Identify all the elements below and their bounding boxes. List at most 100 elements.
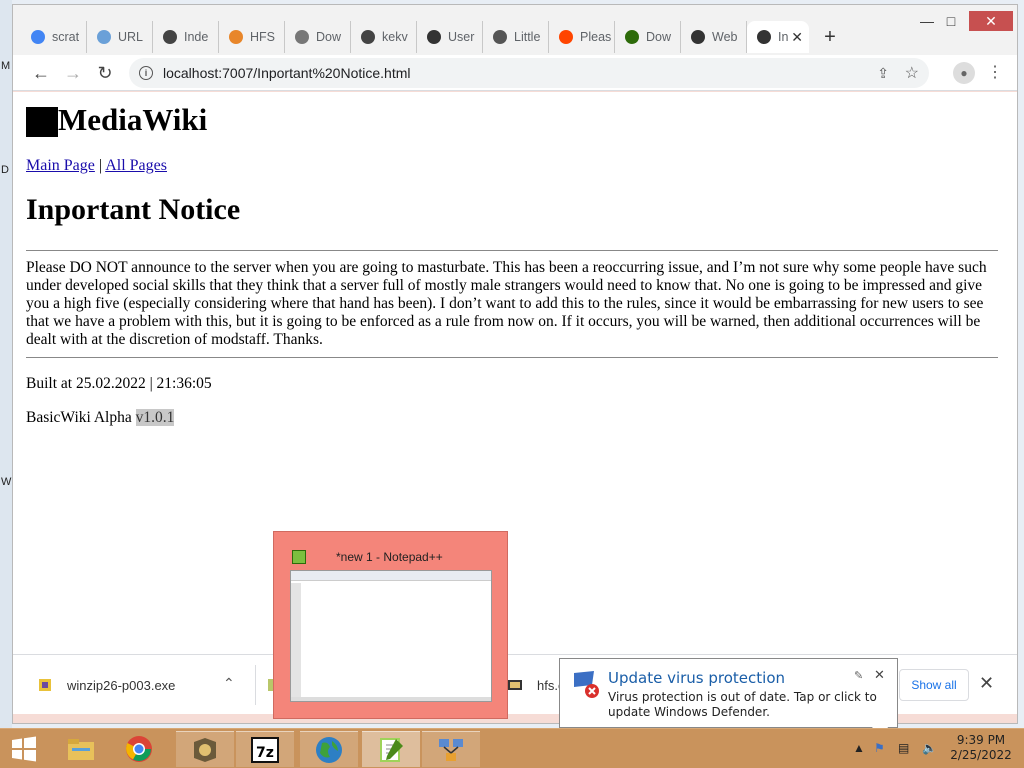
thumbnail-preview xyxy=(290,570,492,702)
7zip-icon[interactable]: 7z xyxy=(236,731,294,767)
site-logo xyxy=(26,107,58,137)
start-button[interactable] xyxy=(0,729,48,768)
tab-label: scrat xyxy=(52,30,80,44)
system-clock[interactable]: 9:39 PM 2/25/2022 xyxy=(950,733,1012,763)
tab-label: Dow xyxy=(646,30,672,44)
browser-window: scrat URL Inde HFS Dow kekv User Little Pleas Dow… xyxy=(12,4,1018,724)
clock-date: 2/25/2022 xyxy=(950,748,1012,762)
volume-muted-icon[interactable]: 🔈 xyxy=(922,741,937,755)
tab-label: kekv xyxy=(382,30,408,44)
close-icon[interactable]: ✕ xyxy=(874,667,885,683)
notification-title[interactable]: Update virus protection xyxy=(608,669,785,687)
nav-link-main-page[interactable]: Main Page xyxy=(26,157,95,174)
divider xyxy=(26,357,998,358)
site-nav: Main Page | All Pages xyxy=(26,157,1009,175)
desktop-icon-label[interactable]: D xyxy=(1,164,9,176)
network-app-icon[interactable] xyxy=(422,731,480,767)
show-hidden-icons-icon[interactable]: ▲ xyxy=(853,741,865,755)
notification-text[interactable]: Virus protection is out of date. Tap or … xyxy=(608,690,893,720)
chevron-up-icon[interactable]: ⌃ xyxy=(223,675,235,692)
robot-icon xyxy=(493,30,507,44)
desktop-icon-label[interactable]: W xyxy=(1,476,11,488)
browser-tab[interactable]: Dow xyxy=(615,21,681,53)
preview-toolbar xyxy=(291,571,491,581)
maximize-button[interactable]: □ xyxy=(937,11,965,31)
version-line: BasicWiki Alpha v1.0.1 xyxy=(26,409,1009,427)
menu-dots-icon[interactable]: ⋮ xyxy=(987,62,1003,82)
browser-tab[interactable]: Inde xyxy=(153,21,219,53)
url-text[interactable]: localhost:7007/Inportant%20Notice.html xyxy=(163,65,410,81)
winzip-file-icon xyxy=(39,679,51,691)
clock-time: 9:39 PM xyxy=(956,733,1006,747)
globe-icon xyxy=(163,30,177,44)
version-prefix: BasicWiki Alpha xyxy=(26,409,136,426)
preview-statusbar xyxy=(291,697,491,701)
back-button[interactable]: ← xyxy=(29,61,53,85)
nav-separator: | xyxy=(98,157,103,174)
browser-tab[interactable]: Web xyxy=(681,21,747,53)
reddit-icon xyxy=(559,30,573,44)
notice-body: Please DO NOT announce to the server whe… xyxy=(26,259,987,348)
chrome-icon[interactable] xyxy=(110,731,168,767)
tab-label: HFS xyxy=(250,30,275,44)
profile-avatar[interactable]: ● xyxy=(953,62,975,84)
bookmark-star-icon[interactable]: ☆ xyxy=(905,63,919,83)
browser-tab[interactable]: Dow xyxy=(285,21,351,53)
notepad-icon xyxy=(625,30,639,44)
reload-button[interactable]: ↻ xyxy=(93,61,117,85)
page-title: Inportant Notice xyxy=(26,193,241,226)
tab-label: URL xyxy=(118,30,144,44)
defender-notification[interactable]: Update virus protection Virus protection… xyxy=(559,658,898,739)
nav-link-all-pages[interactable]: All Pages xyxy=(105,157,167,174)
tab-label: User xyxy=(448,30,475,44)
browser-tab[interactable]: URL xyxy=(87,21,153,53)
hfs-icon xyxy=(427,30,441,44)
svg-text:7z: 7z xyxy=(256,745,274,761)
page-content: MediaWiki Main Page | All Pages Inportan… xyxy=(13,92,1017,654)
hfs-icon xyxy=(757,30,771,44)
globe-icon xyxy=(361,30,375,44)
browser-tab[interactable]: Pleas xyxy=(549,21,615,53)
address-bar[interactable]: i localhost:7007/Inportant%20Notice.html… xyxy=(129,58,929,88)
defender-tray-icon[interactable]: ⚑ xyxy=(874,741,885,755)
close-tab-icon[interactable]: ✕ xyxy=(791,29,803,46)
browser-tab[interactable]: Little xyxy=(483,21,549,53)
close-download-bar-icon[interactable]: ✕ xyxy=(979,673,994,694)
tab-label: Little xyxy=(514,30,541,44)
taskbar-thumbnail[interactable]: *new 1 - Notepad++ xyxy=(273,531,508,719)
browser-tab[interactable]: HFS xyxy=(219,21,285,53)
build-info: Built at 25.02.2022 | 21:36:05 xyxy=(26,375,212,392)
new-tab-button[interactable]: + xyxy=(815,21,845,53)
info-icon[interactable]: i xyxy=(139,66,153,80)
site-title: MediaWiki xyxy=(58,102,208,137)
tab-label: Dow xyxy=(316,30,342,44)
pin-icon[interactable]: ✎ xyxy=(854,669,863,682)
browser-tab[interactable]: scrat xyxy=(21,21,87,53)
browser-tab[interactable]: User xyxy=(417,21,483,53)
show-all-button[interactable]: Show all xyxy=(899,669,969,701)
browser-tab[interactable]: kekv xyxy=(351,21,417,53)
download-item[interactable]: hfs.e xyxy=(507,655,565,715)
divider xyxy=(26,250,998,251)
title-bar: scrat URL Inde HFS Dow kekv User Little Pleas Dow… xyxy=(13,5,1017,55)
tab-strip: scrat URL Inde HFS Dow kekv User Little Pleas Dow… xyxy=(21,21,845,53)
hfs-app-icon[interactable] xyxy=(176,731,234,767)
notepadpp-icon[interactable] xyxy=(362,731,420,767)
close-window-button[interactable]: ✕ xyxy=(969,11,1013,31)
browser-toolbar: ← → ↻ i localhost:7007/Inportant%20Notic… xyxy=(13,55,1017,91)
notepadpp-icon xyxy=(292,550,306,564)
tab-label: Pleas xyxy=(580,30,612,44)
link-icon xyxy=(97,30,111,44)
network-tray-icon[interactable]: ▤ xyxy=(898,741,909,755)
browser-tab[interactable]: In ✕ xyxy=(747,21,809,53)
forward-button[interactable]: → xyxy=(61,61,85,85)
file-explorer-icon[interactable] xyxy=(52,731,110,767)
download-item[interactable]: winzip26-p003.exe xyxy=(37,655,175,715)
version-highlight: v1.0.1 xyxy=(135,409,175,426)
share-icon[interactable]: ⇪ xyxy=(877,65,889,82)
taskbar: 7z ▲ ⚑ ▤ 🔈 9:39 PM 2/25/2022 xyxy=(0,728,1024,768)
globe-app-icon[interactable] xyxy=(300,731,358,767)
thumbnail-title: *new 1 - Notepad++ xyxy=(336,550,443,564)
desktop-icon-label[interactable]: M xyxy=(1,60,10,72)
download-icon xyxy=(295,30,309,44)
